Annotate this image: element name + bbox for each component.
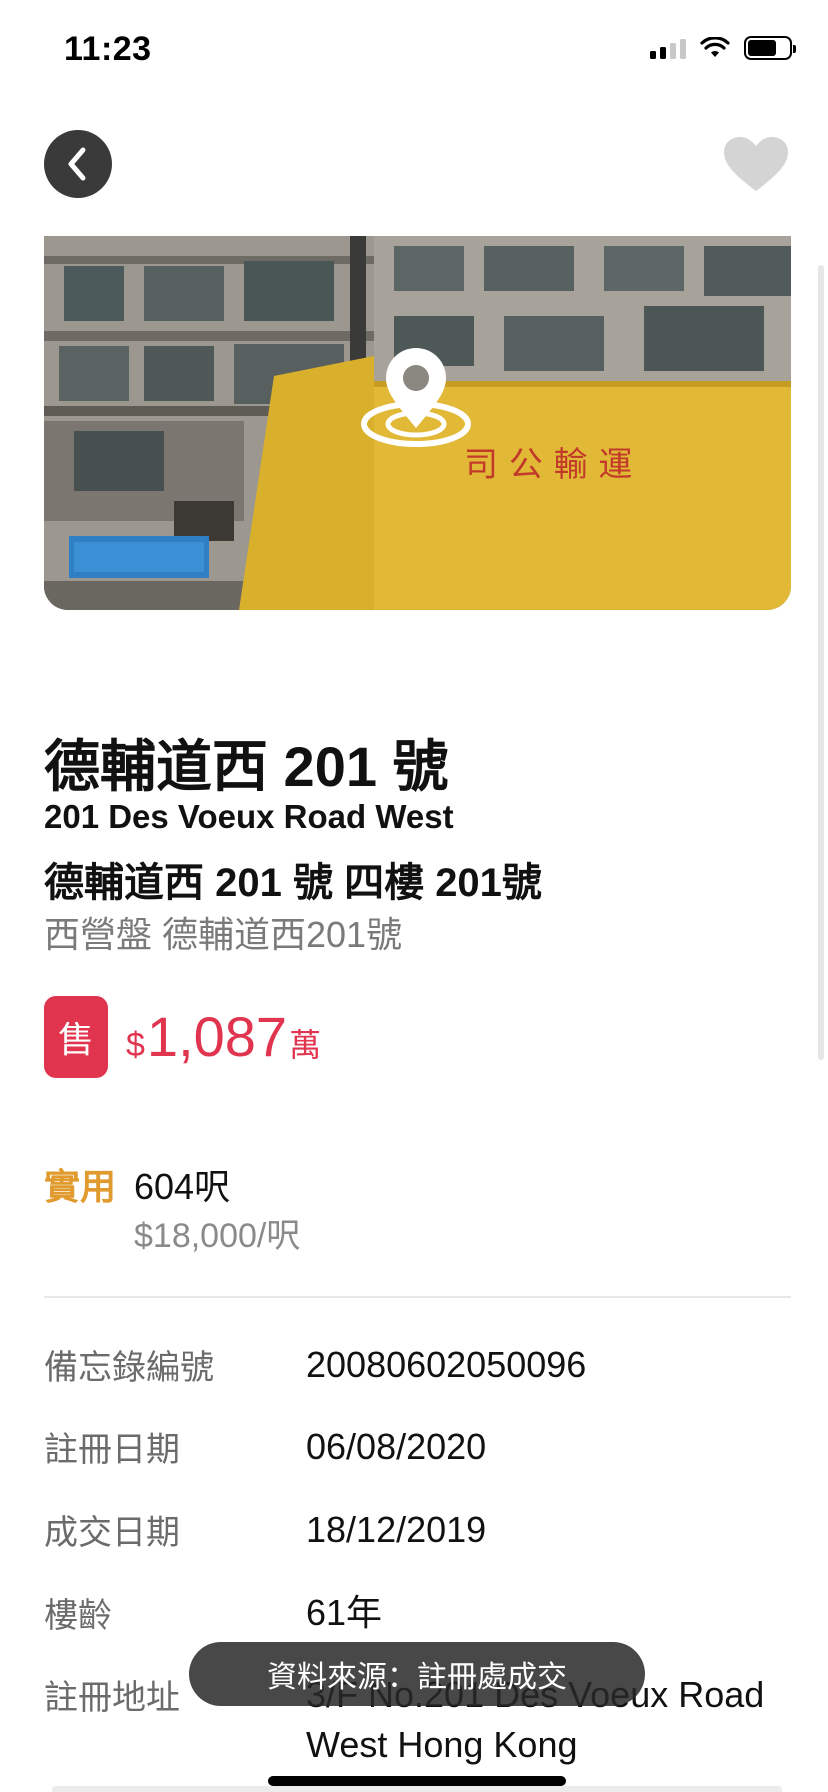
- detail-value: 20080602050096: [306, 1344, 587, 1385]
- price: $ 1,087 萬: [126, 1004, 321, 1069]
- saleable-area-value: 604呎: [134, 1166, 231, 1207]
- detail-value: 61年: [306, 1592, 383, 1633]
- svg-text:司 公 輸 運: 司 公 輸 運: [464, 445, 632, 485]
- status-icons: [650, 36, 796, 60]
- detail-row-memo-number: 備忘錄編號 20080602050096: [44, 1340, 804, 1390]
- price-currency: $: [126, 1026, 145, 1064]
- price-unit: 萬: [289, 1027, 322, 1063]
- favorite-button[interactable]: [722, 135, 790, 195]
- property-detail-screen: 11:23 司 公 輸 運 德輔道西 201 號 201 Des Voeux R…: [0, 0, 828, 1792]
- saleable-area-label: 實用: [44, 1166, 117, 1207]
- sale-badge: 售: [44, 996, 108, 1078]
- data-source-toast: 資料來源：註冊處成交: [189, 1642, 645, 1706]
- property-title-zh: 德輔道西 201 號: [44, 735, 449, 798]
- heart-icon: [724, 137, 788, 191]
- status-bar: 11:23: [0, 0, 828, 100]
- price-per-sqft: $18,000/呎: [134, 1217, 301, 1255]
- property-unit: 德輔道西 201 號 四樓 201號: [44, 861, 542, 905]
- status-time: 11:23: [64, 30, 152, 68]
- detail-label: 成交日期: [44, 1514, 180, 1552]
- detail-row-registration-date: 註冊日期 06/08/2020: [44, 1422, 804, 1472]
- scroll-indicator[interactable]: [818, 265, 824, 1060]
- street-view-photo[interactable]: 司 公 輸 運: [44, 236, 791, 610]
- detail-value: 06/08/2020: [306, 1426, 487, 1467]
- detail-label: 備忘錄編號: [44, 1349, 214, 1387]
- battery-icon: [744, 36, 796, 60]
- detail-value: 18/12/2019: [306, 1509, 487, 1550]
- chevron-left-icon: [68, 147, 86, 181]
- detail-label: 註冊日期: [44, 1431, 180, 1469]
- bottom-card-edge: [52, 1786, 782, 1792]
- back-button[interactable]: [44, 130, 112, 198]
- property-district: 西營盤 德輔道西201號: [44, 914, 403, 955]
- divider: [44, 1296, 791, 1298]
- detail-row-transaction-date: 成交日期 18/12/2019: [44, 1505, 804, 1555]
- property-title-en: 201 Des Voeux Road West: [44, 798, 454, 835]
- home-indicator[interactable]: [268, 1776, 566, 1786]
- cellular-signal-icon: [650, 37, 686, 59]
- map-pin-icon[interactable]: [356, 344, 476, 454]
- detail-label: 樓齡: [44, 1597, 112, 1635]
- wifi-icon: [700, 37, 730, 57]
- detail-row-building-age: 樓齡 61年: [44, 1588, 804, 1638]
- price-amount: 1,087: [146, 1005, 288, 1068]
